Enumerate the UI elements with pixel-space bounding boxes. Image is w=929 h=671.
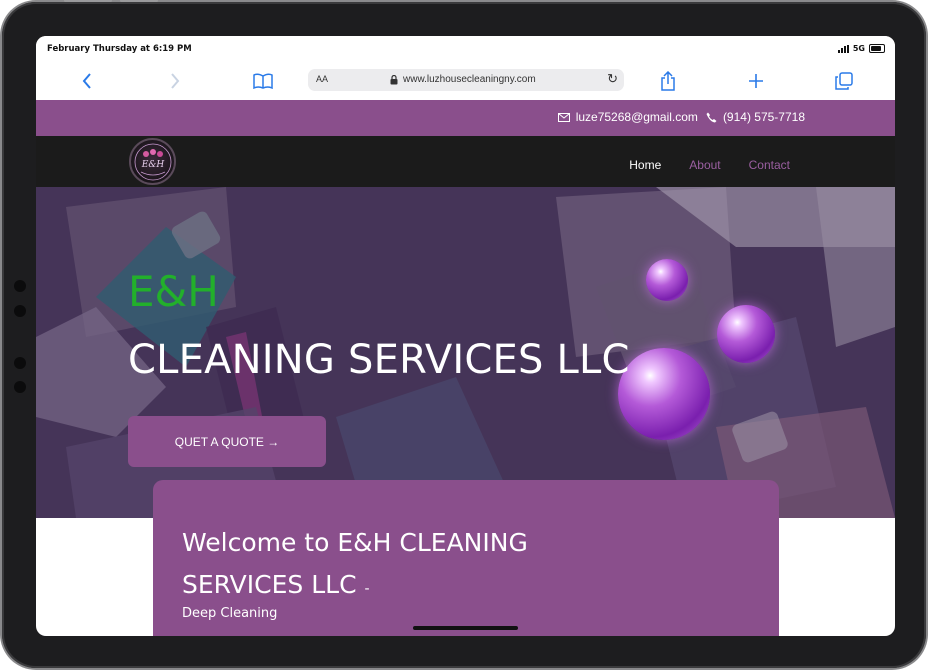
email-contact[interactable]: luze75268@gmail.com [557,110,698,124]
hero-brand: E&H [128,267,219,316]
sensor-dot [14,305,26,317]
svg-text:E&H: E&H [140,160,164,170]
phone-icon [706,112,717,122]
status-bar: February Thursday at 6:19 PM 5G [36,36,895,62]
phone-contact[interactable]: (914) 575-7718 [706,110,805,124]
tabs-icon[interactable] [833,70,855,92]
bookmarks-icon[interactable] [252,70,274,92]
phone-text: (914) 575-7718 [722,110,805,124]
contact-bar: luze75268@gmail.com (914) 575-7718 [36,100,895,136]
nav-links: Home About Contact [629,158,790,172]
back-icon[interactable] [76,70,98,92]
status-time: February Thursday at 6:19 PM [47,44,192,54]
reload-icon[interactable]: ↻ [607,71,618,87]
top-button-2 [120,0,158,2]
status-indicators: 5G [837,44,885,53]
nav-about[interactable]: About [689,158,720,172]
hero-title: CLEANING SERVICES LLC [128,337,630,383]
camera-dot [14,280,26,292]
navbar: E&H Home About Contact [36,136,895,187]
bubble-decoration [646,259,688,301]
bubble-decoration [618,348,710,440]
site-logo[interactable]: E&H [129,138,176,185]
welcome-subtitle: Deep Cleaning [182,606,278,621]
sensor-dot [14,381,26,393]
browser-toolbar: AA www.luzhousecleaningny.com ↻ [36,62,895,100]
nav-home[interactable]: Home [629,158,661,172]
reader-button[interactable]: AA [316,74,328,84]
email-text: luze75268@gmail.com [575,110,698,124]
network-label: 5G [852,44,865,53]
battery-icon [869,44,885,53]
lock-icon [390,74,398,84]
sensor-dot [14,357,26,369]
screen: February Thursday at 6:19 PM 5G AA www.l… [36,36,895,636]
hero-section: E&H CLEANING SERVICES LLC QUET A QUOTE → [36,187,895,518]
welcome-title-text: Welcome to E&H CLEANING SERVICES LLC [182,528,528,599]
nav-contact[interactable]: Contact [749,158,790,172]
welcome-card: Welcome to E&H CLEANING SERVICES LLC - D… [153,480,779,636]
welcome-dash: - [364,581,370,597]
contact-items: luze75268@gmail.com (914) 575-7718 [557,110,805,124]
bubble-decoration [717,305,775,363]
new-tab-icon[interactable] [745,70,767,92]
share-icon[interactable] [657,70,679,92]
address-bar[interactable]: AA www.luzhousecleaningny.com ↻ [308,69,624,91]
forward-icon[interactable] [164,70,186,92]
home-indicator[interactable] [413,626,518,630]
get-quote-button[interactable]: QUET A QUOTE → [128,416,326,467]
logo-emblem: E&H [134,143,171,180]
signal-icon [837,44,849,53]
welcome-title: Welcome to E&H CLEANING SERVICES LLC - [182,522,622,610]
url-display[interactable]: www.luzhousecleaningny.com [390,74,536,85]
url-text: www.luzhousecleaningny.com [403,74,536,85]
envelope-icon [557,112,570,122]
top-button [64,0,112,2]
